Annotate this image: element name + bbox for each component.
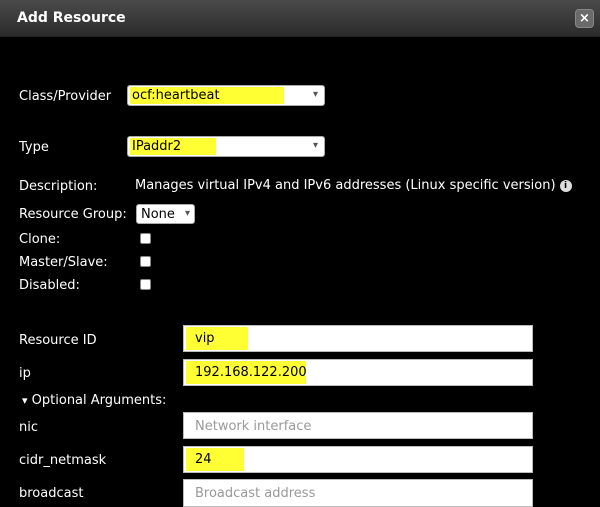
dialog-titlebar: Add Resource ×: [0, 0, 600, 37]
optional-arguments-label: Optional Arguments:: [31, 393, 167, 408]
resource-id-input[interactable]: vip: [183, 325, 533, 352]
resource-id-value: vip: [186, 327, 248, 350]
master-slave-label: Master/Slave:: [19, 255, 108, 270]
ip-input[interactable]: 192.168.122.200: [183, 359, 533, 386]
resource-group-value: None: [141, 207, 175, 222]
type-select[interactable]: IPaddr2 ▾: [127, 136, 325, 157]
class-provider-value: ocf:heartbeat: [130, 87, 284, 104]
cidr-netmask-label: cidr_netmask: [19, 453, 107, 468]
description-label: Description:: [19, 179, 98, 194]
dialog-title: Add Resource: [17, 10, 126, 26]
broadcast-input[interactable]: Broadcast address: [183, 479, 533, 507]
description-value: Manages virtual IPv4 and IPv6 addresses …: [135, 178, 556, 193]
chevron-down-icon: ▾: [312, 140, 318, 151]
class-provider-select[interactable]: ocf:heartbeat ▾: [127, 85, 325, 106]
class-provider-label: Class/Provider: [19, 89, 112, 104]
broadcast-label: broadcast: [19, 486, 84, 501]
info-icon[interactable]: i: [559, 180, 572, 192]
nic-placeholder: Network interface: [195, 419, 312, 434]
ip-value: 192.168.122.200: [186, 361, 307, 384]
disabled-label: Disabled:: [19, 278, 80, 293]
clone-checkbox[interactable]: [140, 233, 151, 244]
disabled-checkbox[interactable]: [140, 279, 151, 290]
close-icon: ×: [579, 11, 590, 26]
cidr-netmask-value: 24: [186, 448, 244, 471]
cidr-netmask-input[interactable]: 24: [183, 446, 533, 473]
nic-input[interactable]: Network interface: [183, 412, 533, 439]
type-value: IPaddr2: [130, 138, 216, 155]
resource-id-label: Resource ID: [19, 333, 97, 348]
ip-label: ip: [19, 366, 31, 381]
expand-triangle-icon: ▾: [22, 394, 28, 407]
resource-group-select[interactable]: None ▾: [136, 204, 195, 224]
nic-label: nic: [19, 420, 38, 435]
close-button[interactable]: ×: [575, 9, 594, 28]
broadcast-placeholder: Broadcast address: [195, 486, 316, 501]
clone-label: Clone:: [19, 232, 61, 247]
description-text: Manages virtual IPv4 and IPv6 addresses …: [135, 178, 572, 193]
optional-arguments-toggle[interactable]: ▾ Optional Arguments:: [22, 393, 166, 408]
chevron-down-icon: ▾: [312, 89, 318, 100]
resource-group-label: Resource Group:: [19, 207, 127, 222]
chevron-down-icon: ▾: [184, 208, 190, 219]
master-slave-checkbox[interactable]: [140, 256, 151, 267]
type-label: Type: [19, 140, 49, 155]
